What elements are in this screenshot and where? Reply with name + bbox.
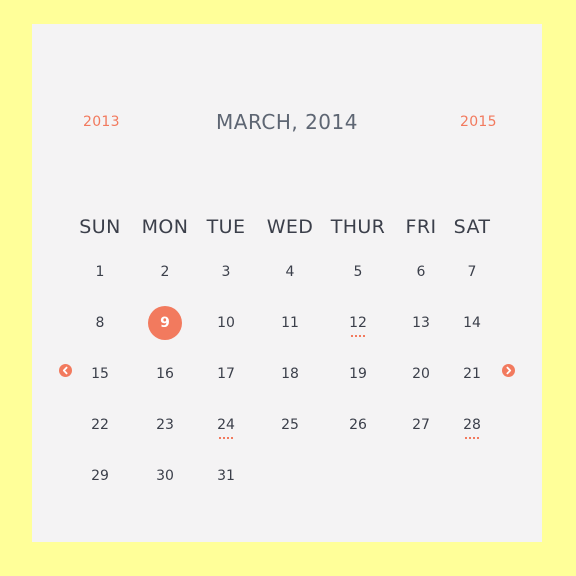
day-cell[interactable]: 19: [341, 357, 375, 391]
day-cell[interactable]: 10: [209, 306, 243, 340]
day-cell[interactable]: 5: [341, 255, 375, 289]
day-cell[interactable]: 3: [209, 255, 243, 289]
day-cell[interactable]: 11: [273, 306, 307, 340]
weekday-tue: TUE: [206, 216, 246, 238]
calendar-card: 2013 MARCH, 2014 2015 SUN MON TUE WED THUR FR…: [32, 24, 542, 542]
day-cell[interactable]: 7: [455, 255, 489, 289]
day-cell[interactable]: 30: [148, 459, 182, 493]
day-cell[interactable]: 1: [83, 255, 117, 289]
weekday-thur: THUR: [330, 216, 386, 238]
next-month-button[interactable]: [502, 364, 515, 377]
day-cell[interactable]: 23: [148, 408, 182, 442]
day-cell[interactable]: 4: [273, 255, 307, 289]
day-cell[interactable]: 28: [455, 408, 489, 442]
day-cell[interactable]: 24: [209, 408, 243, 442]
day-cell[interactable]: 14: [455, 306, 489, 340]
chevron-right-icon: [506, 366, 512, 375]
day-cell[interactable]: 6: [404, 255, 438, 289]
weekday-wed: WED: [266, 216, 314, 238]
day-cell[interactable]: 29: [83, 459, 117, 493]
day-cell[interactable]: 15: [83, 357, 117, 391]
day-cell[interactable]: 12: [341, 306, 375, 340]
day-cell[interactable]: 31: [209, 459, 243, 493]
day-cell[interactable]: 13: [404, 306, 438, 340]
day-cell[interactable]: 17: [209, 357, 243, 391]
day-cell[interactable]: 27: [404, 408, 438, 442]
day-cell[interactable]: 2: [148, 255, 182, 289]
next-year-link[interactable]: 2015: [460, 114, 497, 130]
day-cell[interactable]: 18: [273, 357, 307, 391]
weekday-mon: MON: [141, 216, 189, 238]
chevron-left-icon: [62, 366, 68, 375]
day-cell[interactable]: 26: [341, 408, 375, 442]
weekday-sat: SAT: [453, 216, 491, 238]
day-cell[interactable]: 21: [455, 357, 489, 391]
day-cell[interactable]: 20: [404, 357, 438, 391]
day-cell[interactable]: 25: [273, 408, 307, 442]
day-cell[interactable]: 8: [83, 306, 117, 340]
day-cell[interactable]: 16: [148, 357, 182, 391]
prev-month-button[interactable]: [59, 364, 72, 377]
day-cell[interactable]: 22: [83, 408, 117, 442]
day-cell-selected[interactable]: 9: [148, 306, 182, 340]
weekday-sun: SUN: [79, 216, 121, 238]
